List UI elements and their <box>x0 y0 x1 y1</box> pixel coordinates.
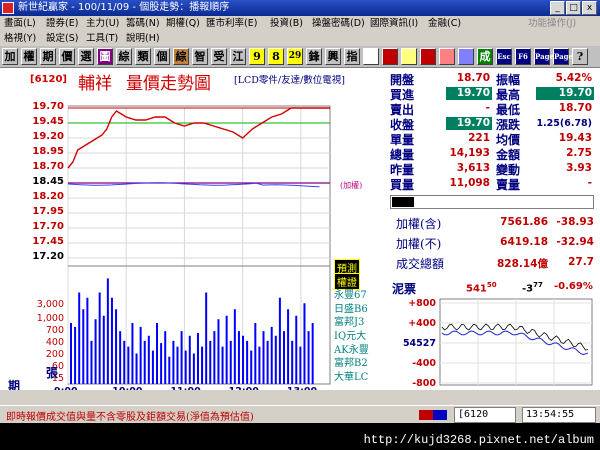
futures-price-line <box>441 323 589 351</box>
toolbar-button[interactable]: 興 <box>325 48 341 65</box>
toolbar-button[interactable]: 江 <box>230 48 246 65</box>
index-change: -32.94 <box>556 236 594 248</box>
quote-value: 19.70 <box>446 117 492 130</box>
status-color-blue <box>433 410 447 420</box>
toolbar-button[interactable]: 指 <box>344 48 360 65</box>
quote-value: 19.70 <box>536 87 594 100</box>
quote-value: - <box>587 177 592 189</box>
chart-panel: [6120] 輔祥 量價走勢圖 [LCD零件/友達/數位電視] (加權) 19.… <box>0 68 386 397</box>
close-button[interactable]: x <box>582 1 597 15</box>
price-volume-chart[interactable] <box>0 68 386 390</box>
toolbar-button[interactable]: 加 <box>2 48 18 65</box>
toolbar-button[interactable] <box>420 48 436 65</box>
maximize-button[interactable]: □ <box>566 1 581 15</box>
status-bar: 即時報價成交值與量不含零股及鉅額交易(淨值為預估值) [6120 13:54:5… <box>0 405 600 423</box>
broker-item[interactable]: 大華LC <box>334 368 368 383</box>
quote-value: 18.70 <box>456 72 490 84</box>
quote-value: 2.75 <box>566 147 592 159</box>
quote-value: 3,613 <box>456 162 490 174</box>
toolbar-button[interactable]: F6 <box>515 48 531 65</box>
quote-value: 3.93 <box>566 162 592 174</box>
index-value: 7561.86 <box>500 216 548 228</box>
menu-item[interactable]: 功能操作(J) <box>528 16 576 31</box>
menu-bar-secondary: 格視(Y) 設定(S) 工具(T) 說明(H) <box>0 31 600 46</box>
toolbar-button[interactable]: Page <box>553 48 573 65</box>
toolbar-button[interactable]: 成 <box>477 48 493 65</box>
toolbar-button[interactable]: 鋒 <box>306 48 322 65</box>
toolbar-button[interactable] <box>363 48 379 65</box>
index-panel: 加權(含) 7561.86 -38.93 加權(不) 6419.18 -32.94 成交總額… <box>386 191 600 277</box>
menu-bar-main: 畫面(L) 證券(E) 主力(U) 籌碼(N) 期權(Q) 匯市利率(E) 投資(B) 操盤密… <box>0 16 600 31</box>
toolbar-button[interactable]: ? <box>572 48 588 65</box>
quote-value: 1.25(6.78) <box>536 118 592 129</box>
clock: 13:54:55 <box>522 407 596 423</box>
watermark-url: http://kujd3268.pixnet.net/album <box>0 430 600 450</box>
toolbar-button[interactable]: 智 <box>192 48 208 65</box>
toolbar-button[interactable]: 受 <box>211 48 227 65</box>
status-color-red <box>419 410 433 420</box>
toolbar-button[interactable] <box>439 48 455 65</box>
menu-item[interactable]: 籌碼(N) <box>126 16 160 31</box>
index-label: 加權(不) <box>396 237 442 251</box>
app-icon <box>2 2 14 14</box>
window-title: 新世紀贏家 - 100/11/09 - 個股走勢：播報順序 <box>18 2 230 13</box>
toolbar-button[interactable] <box>401 48 417 65</box>
quote-value: 221 <box>468 132 490 144</box>
toolbar-button[interactable]: 選 <box>78 48 94 65</box>
status-message: 即時報價成交值與量不含零股及鉅額交易(淨值為預估值) <box>6 412 254 423</box>
quote-value: 19.70 <box>446 87 492 100</box>
toolbar-button[interactable]: 綜 <box>116 48 132 65</box>
menu-item[interactable]: 國際資訊(I) <box>370 16 418 31</box>
menu-item[interactable]: 操盤密碼(D) <box>312 16 365 31</box>
menu-item[interactable]: 金融(C) <box>428 16 461 31</box>
toolbar-button[interactable]: Page <box>534 48 554 65</box>
menu-item[interactable]: 期權(Q) <box>166 16 200 31</box>
toolbar-button[interactable]: 29 <box>287 48 303 65</box>
toolbar-button[interactable] <box>458 48 474 65</box>
status-bar-gap <box>0 390 600 405</box>
menu-item[interactable]: 畫面(L) <box>4 16 36 31</box>
toolbar-button[interactable]: 價 <box>59 48 75 65</box>
quote-value: 19.43 <box>558 132 592 144</box>
toolbar-button[interactable]: 圖 <box>97 48 113 65</box>
menu-item[interactable]: 格視(Y) <box>4 31 36 46</box>
index-value: 6419.18 <box>500 236 548 248</box>
minimize-button[interactable]: _ <box>550 1 565 15</box>
index-value: 828.14億 <box>496 258 548 270</box>
quote-value: 5.42% <box>555 72 592 84</box>
toolbar-button[interactable]: 9 <box>249 48 265 65</box>
quote-value: 14,193 <box>449 147 490 159</box>
futures-chart[interactable] <box>386 277 600 390</box>
futures-panel: 泥票 54150 -377 -0.69% +800 +400 54527 -400 -8… <box>386 277 600 390</box>
quote-value: - <box>485 102 490 114</box>
index-label: 加權(含) <box>396 217 442 231</box>
index-change: -38.93 <box>556 216 594 228</box>
toolbar-button[interactable]: Esc <box>496 48 512 65</box>
quote-value: 18.70 <box>558 102 592 114</box>
quote-panel: 開盤 18.70 振幅 5.42% 買進 19.70 最高 19.70 賣出 - 最低 18.70 收盤… <box>386 68 600 192</box>
menu-item[interactable]: 工具(T) <box>86 31 118 46</box>
menu-item[interactable]: 設定(S) <box>46 31 78 46</box>
menu-item[interactable]: 主力(U) <box>86 16 119 31</box>
toolbar-button[interactable]: 類 <box>135 48 151 65</box>
toolbar-button[interactable]: 綜 <box>173 48 189 65</box>
toolbar-button[interactable]: 期 <box>40 48 56 65</box>
toolbar-button[interactable] <box>382 48 398 65</box>
toolbar: 加權期價選圖綜類個綜智受江 9 8 29 鋒興指成 Esc F6 Page Page? <box>0 46 600 68</box>
toolbar-button[interactable]: 8 <box>268 48 284 65</box>
toolbar-button[interactable]: 權 <box>21 48 37 65</box>
index-change: 27.7 <box>568 256 594 268</box>
menu-item[interactable]: 投資(B) <box>270 16 303 31</box>
menu-item[interactable]: 說明(H) <box>126 31 160 46</box>
code-input[interactable]: [6120 <box>454 407 516 423</box>
quote-value: 11,098 <box>449 177 490 189</box>
menu-item[interactable]: 證券(E) <box>46 16 78 31</box>
index-label: 成交總額 <box>396 257 445 271</box>
title-bar: 新世紀贏家 - 100/11/09 - 個股走勢：播報順序 _ □ x <box>0 0 600 16</box>
index-color-swatch <box>392 197 414 207</box>
toolbar-button[interactable]: 個 <box>154 48 170 65</box>
menu-item[interactable]: 匯市利率(E) <box>206 16 257 31</box>
